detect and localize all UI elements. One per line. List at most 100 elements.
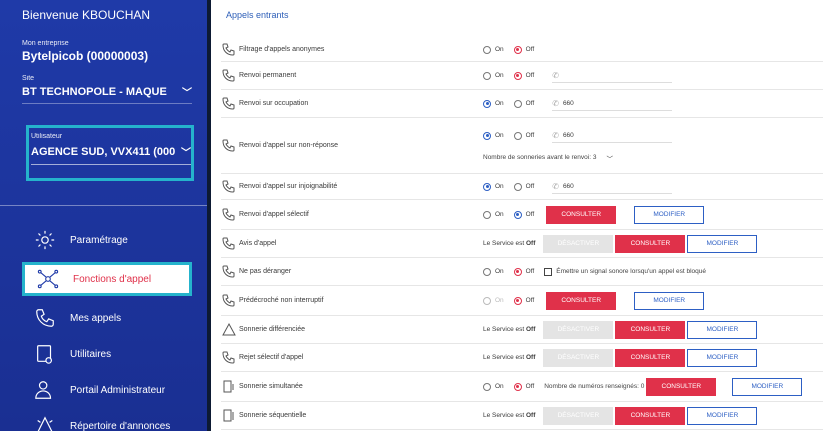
forward-number-input[interactable]: ✆ 660 <box>552 180 673 194</box>
radio-off[interactable] <box>513 182 522 191</box>
radio-on[interactable] <box>483 267 491 276</box>
service-prefix: Le Service est <box>483 326 525 333</box>
radio-on[interactable] <box>483 131 491 140</box>
consulter-button[interactable]: CONSULTER <box>646 377 717 396</box>
radio-on-label: On <box>495 72 504 79</box>
company-name: Bytelpicob (00000003) <box>22 49 149 63</box>
table-row: Ne pas déranger On Off Émettre un signal… <box>221 258 823 286</box>
sidebar-divider <box>0 205 207 206</box>
site-label: Site <box>22 75 35 82</box>
user-select[interactable]: AGENCE SUD, VVX411 (000 ﹀ <box>31 144 191 165</box>
desactiver-button[interactable]: DÉSACTIVER <box>543 348 614 367</box>
service-status: Le Service est Off <box>483 354 535 361</box>
forward-number-input[interactable]: ✆ 660 <box>552 129 673 143</box>
row-label: Sonnerie séquentielle <box>239 412 307 419</box>
desactiver-button[interactable]: DÉSACTIVER <box>543 406 614 425</box>
consulter-button[interactable]: CONSULTER <box>615 320 686 339</box>
radio-off[interactable] <box>513 382 522 391</box>
settings-gear-icon <box>35 230 55 250</box>
bell-icon <box>222 322 236 335</box>
radio-on[interactable] <box>483 182 491 191</box>
radio-off[interactable] <box>513 296 522 305</box>
service-status: Le Service est Off <box>483 326 535 333</box>
radio-on-label: On <box>495 211 504 218</box>
sidebar-item-utilitaires[interactable]: Utilitaires <box>0 336 207 372</box>
consulter-button[interactable]: CONSULTER <box>546 205 617 224</box>
forward-number-input[interactable]: ✆ <box>552 69 673 83</box>
announcement-icon <box>37 416 53 431</box>
modifier-button[interactable]: MODIFIER <box>687 406 758 425</box>
radio-on-label: On <box>495 46 504 53</box>
consulter-button[interactable]: CONSULTER <box>546 291 617 310</box>
rings-select[interactable]: Nombre de sonneries avant le renvoi: 3 ﹀ <box>483 153 672 163</box>
sidebar-item-fonctions-appel[interactable]: Fonctions d'appel <box>22 262 192 296</box>
row-label: Rejet sélectif d'appel <box>239 354 304 361</box>
desactiver-button[interactable]: DÉSACTIVER <box>543 320 614 339</box>
service-off: Off <box>526 354 536 361</box>
modifier-button[interactable]: MODIFIER <box>687 320 758 339</box>
radio-on[interactable] <box>483 71 491 80</box>
phone-icon <box>36 309 54 327</box>
radio-on-label: On <box>495 268 504 275</box>
consulter-button[interactable]: CONSULTER <box>615 234 686 253</box>
radio-on[interactable] <box>483 210 491 219</box>
table-row: Renvoi permanent On Off ✆ <box>221 62 823 90</box>
radio-off[interactable] <box>513 99 522 108</box>
desactiver-button[interactable]: DÉSACTIVER <box>543 234 614 253</box>
service-prefix: Le Service est <box>483 240 525 247</box>
barge-in-icon <box>222 294 235 307</box>
sidebar-item-repertoire-annonces[interactable]: Répertoire d'annonces <box>0 408 207 431</box>
row-label: Ne pas déranger <box>239 268 292 275</box>
call-waiting-icon <box>222 237 235 250</box>
radio-on[interactable] <box>483 382 491 391</box>
network-nodes-icon <box>37 269 59 289</box>
row-label: Renvoi permanent <box>239 72 297 79</box>
radio-on[interactable] <box>483 296 491 305</box>
radio-off[interactable] <box>513 45 522 54</box>
consulter-button[interactable]: CONSULTER <box>615 348 686 367</box>
table-row: Prédécroché non interruptif On Off CONSU… <box>221 286 823 316</box>
service-prefix: Le Service est <box>483 412 525 419</box>
service-off: Off <box>526 240 536 247</box>
sidebar-item-mes-appels[interactable]: Mes appels <box>0 300 207 336</box>
forward-number-input[interactable]: ✆ 660 <box>552 97 673 111</box>
radio-off-label: Off <box>525 211 535 218</box>
modifier-button[interactable]: MODIFIER <box>687 234 758 253</box>
table-row: Filtrage d'appels anonymes On Off <box>221 38 823 62</box>
sidebar-item-parametrage[interactable]: Paramétrage <box>0 222 207 258</box>
device-icon <box>37 345 53 364</box>
radio-off[interactable] <box>513 131 522 140</box>
main-panel: Appels entrants Filtrage d'appels anonym… <box>211 0 823 431</box>
row-label: Sonnerie simultanée <box>239 383 303 390</box>
site-value: BT TECHNOPOLE - MAQUE <box>22 85 167 98</box>
user-select-highlight: Utilisateur AGENCE SUD, VVX411 (000 ﹀ <box>26 125 194 181</box>
radio-off[interactable] <box>513 210 522 219</box>
modifier-button[interactable]: MODIFIER <box>732 377 803 396</box>
radio-on[interactable] <box>483 45 491 54</box>
row-label: Renvoi d'appel sur non-réponse <box>239 142 339 149</box>
consulter-button[interactable]: CONSULTER <box>615 406 686 425</box>
modifier-button[interactable]: MODIFIER <box>634 205 705 224</box>
modifier-button[interactable]: MODIFIER <box>634 291 705 310</box>
site-select[interactable]: BT TECHNOPOLE - MAQUE ﹀ <box>22 84 192 104</box>
radio-off-label: Off <box>525 72 535 79</box>
chevron-down-icon: ﹀ <box>606 155 613 163</box>
table-row: Sonnerie séquentielle Le Service est Off… <box>221 402 823 430</box>
rings-label: Nombre de sonneries avant le renvoi: 3 <box>483 154 597 161</box>
service-prefix: Le Service est <box>483 354 525 361</box>
phone-busy-icon <box>222 97 235 110</box>
radio-on[interactable] <box>483 99 491 108</box>
radio-off[interactable] <box>513 71 522 80</box>
table-row: Renvoi d'appel sur non-réponse On Off ✆ 6… <box>221 118 823 174</box>
radio-off-label: Off <box>525 100 535 107</box>
radio-off[interactable] <box>513 267 522 276</box>
modifier-button[interactable]: MODIFIER <box>687 348 758 367</box>
service-off: Off <box>526 412 536 419</box>
table-row: Sonnerie différenciée Le Service est Off… <box>221 316 823 344</box>
beep-checkbox[interactable] <box>544 267 553 276</box>
phone-unreachable-icon <box>222 180 235 193</box>
sidebar-item-portail-admin[interactable]: Portail Administrateur <box>0 372 207 408</box>
phone-noanswer-icon <box>222 139 235 152</box>
table-row: Sonnerie simultanée On Off Nombre de num… <box>221 372 823 402</box>
numbers-count: Nombre de numéros renseignés: 0 <box>544 383 645 390</box>
